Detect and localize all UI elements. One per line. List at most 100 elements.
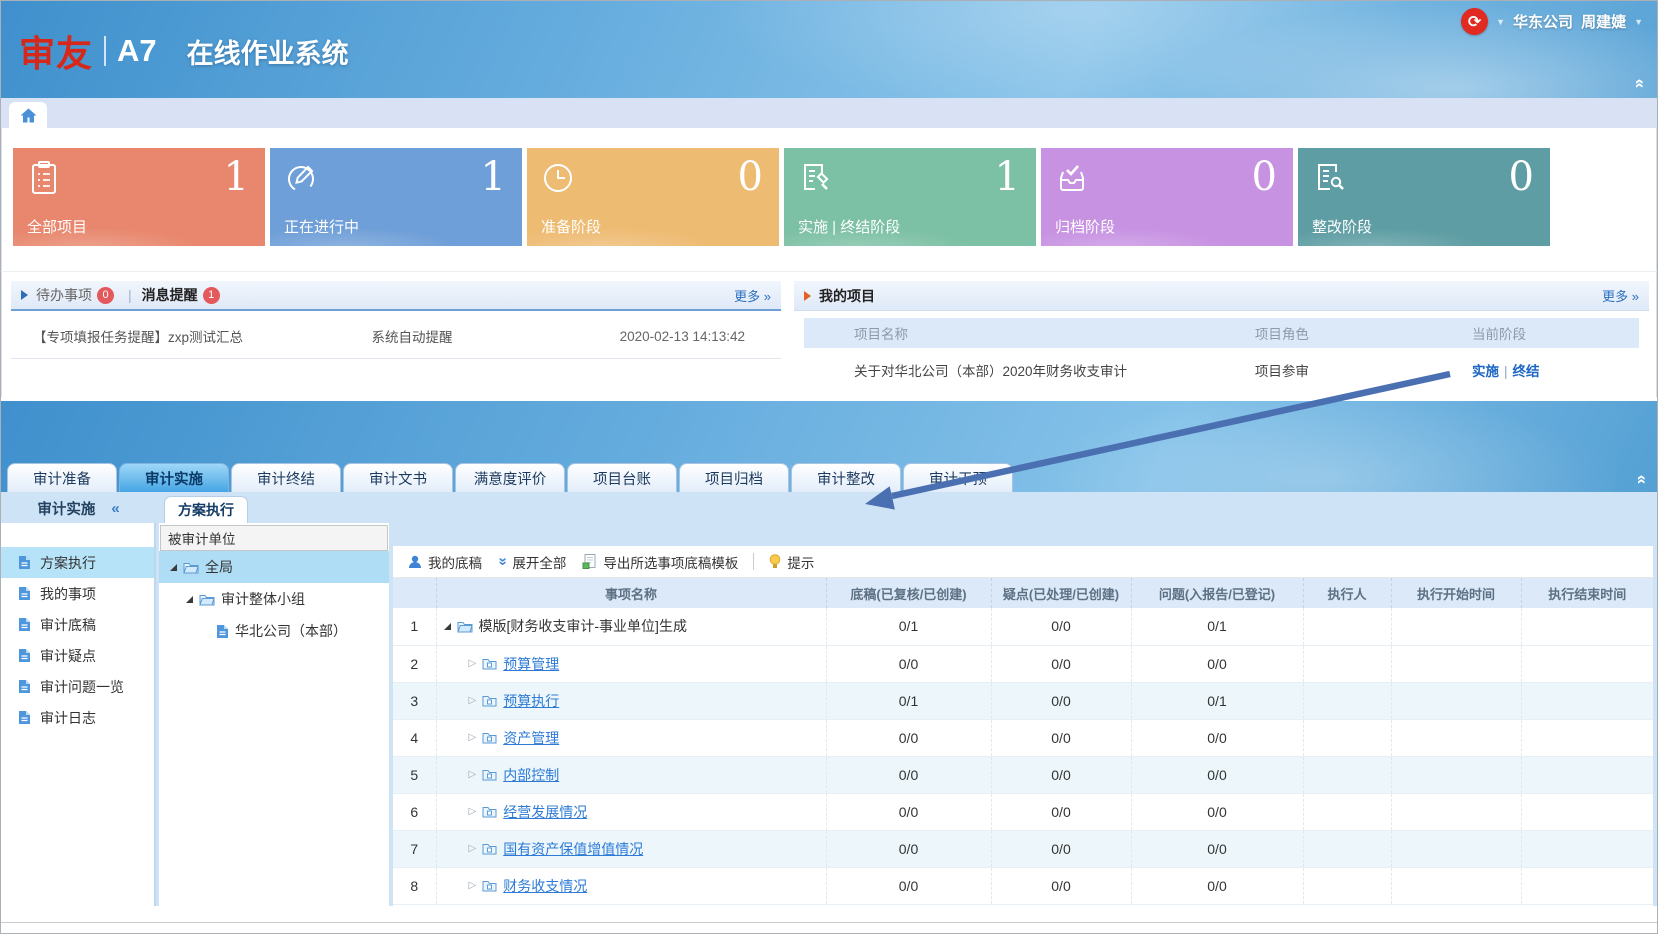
tab-audit-rectify[interactable]: 审计整改: [791, 463, 901, 492]
refresh-icon[interactable]: ⟳: [1461, 8, 1488, 35]
card-implement-stage[interactable]: 1 实施 | 终结阶段: [784, 148, 1036, 246]
export-doc-icon: [582, 554, 597, 569]
table-row[interactable]: 8 ▷ 财务收支情况 0/0 0/0 0/0: [393, 867, 1653, 904]
row-collapsed-icon[interactable]: ▷: [469, 733, 477, 743]
tab-audit-document[interactable]: 审计文书: [343, 463, 453, 492]
sidebar-item-issue-list[interactable]: 审计问题一览: [1, 671, 154, 702]
subtab-plan-execute[interactable]: 方案执行: [164, 496, 248, 523]
brand-product: A7: [117, 33, 157, 69]
tree-node-audit-group[interactable]: 审计整体小组: [159, 583, 389, 615]
matter-link[interactable]: 经营发展情况: [503, 802, 587, 822]
tab-home[interactable]: [9, 102, 47, 128]
issues-cell: 0/0: [1131, 793, 1303, 830]
project-row[interactable]: 关于对华北公司（本部）2020年财务收支审计 项目参审 实施|终结: [794, 348, 1649, 380]
table-row[interactable]: 1 模版[财务收支审计-事业单位]生成 0/1 0/0 0/1: [393, 608, 1653, 645]
issues-cell: 0/0: [1131, 830, 1303, 867]
tab-message-reminder[interactable]: 消息提醒: [142, 285, 198, 305]
stage-implement-link[interactable]: 实施: [1472, 364, 1499, 379]
matter-link[interactable]: 预算管理: [503, 654, 559, 674]
tab-audit-prepare[interactable]: 审计准备: [7, 463, 117, 492]
sidebar-item-audit-drafts[interactable]: 审计底稿: [1, 609, 154, 640]
person-icon: [408, 555, 422, 569]
issues-cell: 0/0: [1131, 867, 1303, 904]
executor-cell: [1303, 645, 1391, 682]
message-title[interactable]: 【专项填报任务提醒】zxp测试汇总: [33, 326, 372, 346]
sidebar-item-audit-doubts[interactable]: 审计疑点: [1, 640, 154, 671]
chevron-down-icon[interactable]: ▼: [1496, 17, 1505, 27]
card-in-progress[interactable]: 1 正在进行中: [270, 148, 522, 246]
matter-link[interactable]: 内部控制: [503, 765, 559, 785]
row-expanded-icon[interactable]: [444, 623, 451, 630]
row-collapsed-icon[interactable]: ▷: [469, 770, 477, 780]
table-row[interactable]: 4 ▷ 资产管理 0/0 0/0 0/0: [393, 719, 1653, 756]
brand-logo: 审友: [19, 25, 93, 77]
row-collapsed-icon[interactable]: ▷: [469, 881, 477, 891]
collapse-header-icon[interactable]: «: [1634, 475, 1651, 484]
tree-node-north-china-company[interactable]: 华北公司（本部）: [159, 615, 389, 647]
card-rectify-stage[interactable]: 0 整改阶段: [1298, 148, 1550, 246]
tree-expanded-icon[interactable]: [186, 596, 193, 603]
stage-finish-link[interactable]: 终结: [1513, 364, 1540, 379]
plan-execute-main: 我的底稿 « 展开全部 导出所选事项底稿模板 提示: [393, 546, 1653, 906]
matter-link[interactable]: 国有资产保值增值情况: [503, 839, 643, 859]
user-name[interactable]: 周建婕: [1581, 11, 1626, 32]
triangle-right-icon: [804, 291, 811, 301]
sidebar-item-plan-execute[interactable]: 方案执行: [1, 547, 154, 578]
matter-link[interactable]: 财务收支情况: [503, 876, 587, 896]
tab-project-ledger[interactable]: 项目台账: [567, 463, 677, 492]
chevron-down-icon[interactable]: ▼: [1634, 17, 1643, 27]
tree-node-global[interactable]: 全局: [159, 551, 389, 583]
collapse-header-icon[interactable]: «: [1632, 79, 1649, 88]
sidebar-item-my-matters[interactable]: 我的事项: [1, 578, 154, 609]
row-collapsed-icon[interactable]: ▷: [469, 844, 477, 854]
folder-icon: [482, 769, 497, 781]
folder-icon: [482, 843, 497, 855]
tab-audit-finish[interactable]: 审计终结: [231, 463, 341, 492]
todo-more-link[interactable]: 更多 »: [734, 286, 771, 305]
card-archive-stage[interactable]: 0 归档阶段: [1041, 148, 1293, 246]
card-all-projects[interactable]: 1 全部项目: [13, 148, 265, 246]
tree-node-label: 审计整体小组: [221, 589, 305, 609]
table-row[interactable]: 7 ▷ 国有资产保值增值情况 0/0 0/0 0/0: [393, 830, 1653, 867]
executor-cell: [1303, 867, 1391, 904]
table-row[interactable]: 3 ▷ 预算执行 0/1 0/0 0/1: [393, 682, 1653, 719]
end-time-cell: [1521, 645, 1653, 682]
projects-more-link[interactable]: 更多 »: [1602, 286, 1639, 305]
row-collapsed-icon[interactable]: ▷: [469, 807, 477, 817]
table-row[interactable]: 5 ▷ 内部控制 0/0 0/0 0/0: [393, 756, 1653, 793]
col-doubts: 疑点(已处理/已创建): [991, 578, 1131, 608]
tab-todo-items[interactable]: 待办事项: [36, 285, 92, 305]
row-collapsed-icon[interactable]: ▷: [469, 696, 477, 706]
doubts-cell: 0/0: [991, 830, 1131, 867]
sidebar-item-label: 审计底稿: [40, 615, 96, 635]
tab-project-archive[interactable]: 项目归档: [679, 463, 789, 492]
table-row[interactable]: 2 ▷ 预算管理 0/0 0/0 0/0: [393, 645, 1653, 682]
my-projects-panel: 我的项目 更多 » 项目名称 项目角色 当前阶段 关于对华北公司（本部）2020…: [794, 281, 1649, 394]
tab-audit-implement[interactable]: 审计实施: [119, 463, 229, 492]
row-collapsed-icon[interactable]: ▷: [469, 659, 477, 669]
expand-all-button[interactable]: « 展开全部: [493, 552, 571, 572]
card-prepare-stage[interactable]: 0 准备阶段: [527, 148, 779, 246]
row-num: 3: [393, 682, 436, 719]
card-value: 0: [1509, 154, 1534, 200]
sidebar-item-audit-log[interactable]: 审计日志: [1, 702, 154, 733]
tip-button[interactable]: 提示: [764, 552, 819, 572]
tree-expanded-icon[interactable]: [170, 564, 177, 571]
executor-cell: [1303, 608, 1391, 645]
doubts-cell: 0/0: [991, 682, 1131, 719]
message-row[interactable]: 【专项填报任务提醒】zxp测试汇总 系统自动提醒 2020-02-13 14:1…: [11, 311, 781, 359]
my-drafts-button[interactable]: 我的底稿: [403, 552, 487, 572]
start-time-cell: [1391, 719, 1521, 756]
col-end-time: 执行结束时间: [1521, 578, 1653, 608]
stat-cards: 1 全部项目 1 正在进行中 0 准备阶段 1 实施 | 终结阶: [13, 148, 1550, 246]
message-source: 系统自动提醒: [372, 326, 563, 346]
export-template-button[interactable]: 导出所选事项底稿模板: [577, 552, 743, 572]
user-company[interactable]: 华东公司: [1513, 11, 1573, 32]
collapse-sidebar-icon[interactable]: «: [111, 500, 119, 517]
tab-satisfaction[interactable]: 满意度评价: [455, 463, 565, 492]
tab-audit-intervene[interactable]: 审计干预: [903, 463, 1013, 492]
matter-link[interactable]: 资产管理: [503, 728, 559, 748]
matter-link[interactable]: 预算执行: [503, 691, 559, 711]
table-row[interactable]: 6 ▷ 经营发展情况 0/0 0/0 0/0: [393, 793, 1653, 830]
my-projects-header: 我的项目 更多 »: [794, 281, 1649, 311]
